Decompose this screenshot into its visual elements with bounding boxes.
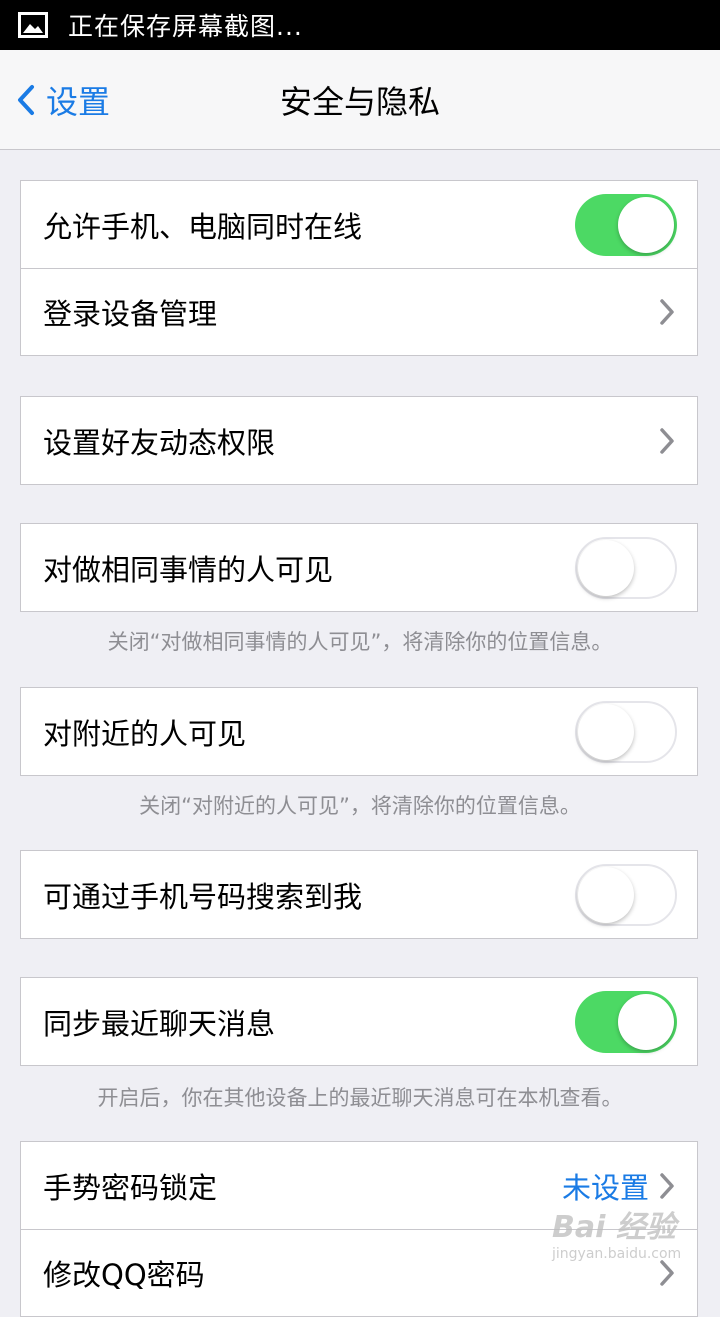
nav-bar: 设置 安全与隐私 [0,50,720,150]
toggle-knob [578,539,634,596]
row-friend-feed-permission[interactable]: 设置好友动态权限 [21,397,697,484]
toggle-knob [618,993,674,1050]
group-online: 允许手机、电脑同时在线 登录设备管理 [20,180,698,356]
nearby-toggle[interactable] [575,700,677,763]
status-bar: 正在保存屏幕截图... [0,0,720,50]
gesture-lock-value: 未设置 [561,1170,649,1205]
row-allow-multi-online: 允许手机、电脑同时在线 [21,181,697,268]
row-visible-same-activity: 对做相同事情的人可见 [21,524,697,611]
multi-online-toggle[interactable] [575,193,677,256]
row-label: 允许手机、电脑同时在线 [43,209,363,244]
row-label: 同步最近聊天消息 [43,1006,276,1041]
row-label: 手势密码锁定 [43,1170,218,1205]
row-label: 修改QQ密码 [43,1258,205,1292]
status-text: 正在保存屏幕截图... [68,12,303,41]
toggle-knob [618,196,674,253]
chevron-right-icon [660,427,674,454]
row-label: 设置好友动态权限 [43,425,276,460]
phone-search-toggle[interactable] [575,863,677,926]
same-activity-toggle[interactable] [575,536,677,599]
toggle-knob [578,703,634,760]
watermark-main: Bai 经验 [552,1210,676,1245]
group-same-activity: 对做相同事情的人可见 [20,523,698,612]
row-label: 对做相同事情的人可见 [43,552,334,587]
back-label: 设置 [46,82,111,121]
group-nearby: 对附近的人可见 [20,687,698,776]
chevron-right-icon [660,299,674,325]
row-device-management[interactable]: 登录设备管理 [21,268,697,355]
row-search-by-phone: 可通过手机号码搜索到我 [21,851,697,938]
image-icon [18,12,48,38]
sync-chat-toggle[interactable] [575,990,677,1053]
group-friend-feed: 设置好友动态权限 [20,396,698,485]
sync-chat-note: 开启后，你在其他设备上的最近聊天消息可在本机查看。 [97,1086,623,1110]
nearby-note: 关闭“对附近的人可见”，将清除你的位置信息。 [139,794,581,818]
back-button[interactable]: 设置 [16,50,110,149]
chevron-left-icon [18,84,34,115]
watermark-sub: jingyan.baidu.com [552,1246,682,1262]
row-label: 可通过手机号码搜索到我 [43,879,363,914]
same-activity-note: 关闭“对做相同事情的人可见”，将清除你的位置信息。 [107,630,613,654]
group-phone-search: 可通过手机号码搜索到我 [20,850,698,939]
row-visible-nearby: 对附近的人可见 [21,688,697,775]
row-sync-recent-chats: 同步最近聊天消息 [21,978,697,1065]
chevron-right-icon [660,1172,674,1199]
group-sync-chat: 同步最近聊天消息 [20,977,698,1066]
baidu-watermark: Bai 经验 jingyan.baidu.com [552,1202,712,1266]
row-label: 对附近的人可见 [43,716,247,751]
row-label: 登录设备管理 [43,297,218,331]
toggle-knob [578,866,634,923]
